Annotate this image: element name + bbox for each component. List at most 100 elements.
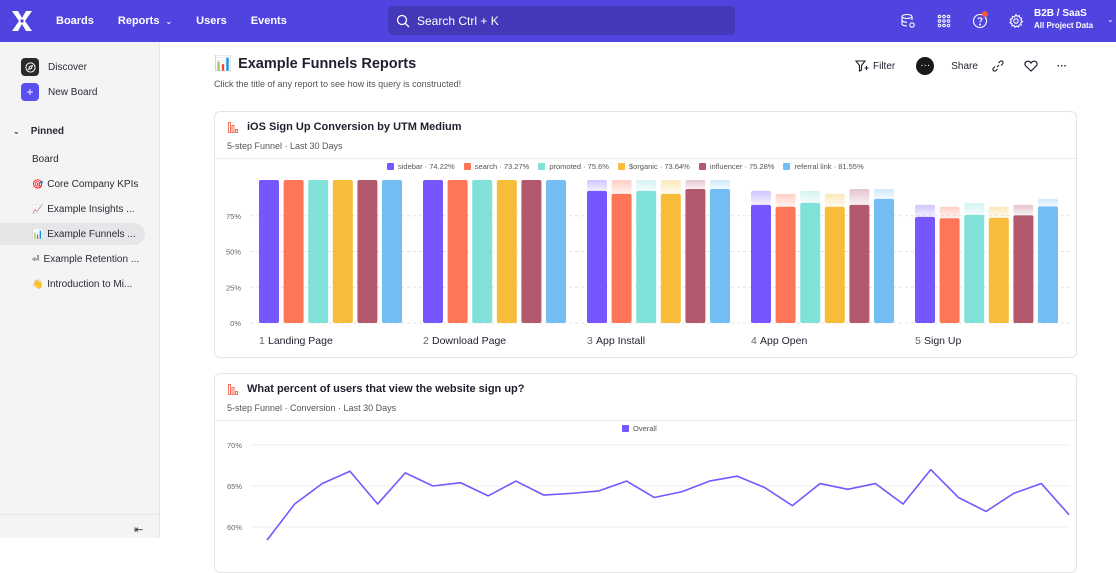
share-button[interactable]: Share (951, 61, 978, 72)
y-tick-label: 60% (227, 523, 242, 532)
sidebar-item-board[interactable]: Board (0, 148, 145, 170)
dropoff-bar[interactable] (636, 180, 656, 191)
sidebar-item-board[interactable]: ⏎Example Retention ... (0, 248, 145, 270)
funnel-bar[interactable] (989, 218, 1009, 323)
funnel-bar[interactable] (284, 180, 304, 323)
data-settings-button[interactable] (890, 0, 926, 42)
funnel-bar[interactable] (825, 207, 845, 323)
dropoff-bar[interactable] (661, 180, 681, 194)
step-number: 4 (751, 335, 757, 347)
funnel-bar[interactable] (333, 180, 353, 323)
chevron-down-icon[interactable]: ⌄ (1107, 15, 1114, 24)
nav-boards[interactable]: Boards (56, 15, 94, 27)
funnel-bar[interactable] (710, 189, 730, 323)
new-board-button[interactable]: + New Board (21, 83, 97, 101)
funnel-bar[interactable] (874, 199, 894, 323)
series-line-overall[interactable] (267, 470, 1069, 541)
dropoff-bar[interactable] (800, 191, 820, 203)
report-card-ios-signup: iOS Sign Up Conversion by UTM Medium 5-s… (214, 111, 1077, 358)
nav-reports[interactable]: Reports⌄ (118, 15, 172, 27)
copy-link-button[interactable] (992, 60, 1004, 72)
sidebar-item-board[interactable]: 🎯 Core Company KPIs (0, 173, 145, 195)
board-emoji-icon: ⏎ (32, 254, 40, 265)
funnel-bar[interactable] (521, 180, 541, 323)
dropoff-bar[interactable] (1013, 205, 1033, 215)
dropoff-bar[interactable] (849, 189, 869, 205)
dropoff-bar[interactable] (587, 180, 607, 191)
settings-button[interactable] (998, 0, 1034, 42)
funnel-bar[interactable] (1038, 206, 1058, 323)
project-selector[interactable]: B2B / SaaS All Project Data (1034, 8, 1093, 30)
funnel-bar[interactable] (636, 191, 656, 323)
step-label[interactable]: App Install (596, 335, 645, 347)
favorite-button[interactable] (1024, 60, 1038, 72)
bar-chart-emoji-icon: 📊 (214, 55, 232, 72)
mixpanel-logo[interactable] (10, 9, 34, 33)
board-emoji-icon: 🎯 (32, 179, 43, 190)
discover-button[interactable]: Discover (21, 58, 87, 76)
funnel-bar[interactable] (915, 217, 935, 323)
dropoff-bar[interactable] (940, 207, 960, 218)
dropoff-bar[interactable] (825, 194, 845, 207)
funnel-bar[interactable] (423, 180, 443, 323)
conversion-line-chart: 60%65%70% (215, 374, 1077, 573)
funnel-bar[interactable] (849, 205, 869, 323)
step-label[interactable]: Sign Up (924, 335, 962, 347)
funnel-bar[interactable] (661, 194, 681, 323)
funnel-bar[interactable] (964, 215, 984, 323)
funnel-bar[interactable] (472, 180, 492, 323)
page-title[interactable]: 📊 Example Funnels Reports (214, 55, 416, 72)
pinned-section-toggle[interactable]: ⌄ Pinned (13, 126, 64, 137)
dropoff-bar[interactable] (964, 203, 984, 215)
funnel-bar[interactable] (357, 180, 377, 323)
step-label[interactable]: Landing Page (268, 335, 333, 347)
funnel-bar[interactable] (308, 180, 328, 323)
funnel-bar[interactable] (497, 180, 517, 323)
sidebar-item-label: Example Insights ... (47, 204, 134, 215)
funnel-bar[interactable] (448, 180, 468, 323)
funnel-bar[interactable] (612, 194, 632, 323)
dropoff-bar[interactable] (989, 207, 1009, 218)
search-input[interactable]: Search Ctrl + K (388, 6, 735, 35)
dropoff-bar[interactable] (874, 189, 894, 199)
dropoff-bar[interactable] (710, 180, 730, 189)
funnel-bar[interactable] (776, 207, 796, 323)
funnel-bar[interactable] (940, 218, 960, 323)
dropoff-bar[interactable] (915, 205, 935, 217)
y-tick-label: 25% (226, 283, 241, 292)
sidebar-item-label: Board (32, 154, 59, 165)
step-label[interactable]: App Open (760, 335, 807, 347)
search-icon (396, 14, 410, 28)
filter-button[interactable]: Filter (855, 60, 895, 72)
funnel-bar[interactable] (751, 205, 771, 323)
funnel-bar[interactable] (685, 189, 705, 323)
sidebar-item-label: Core Company KPIs (47, 179, 138, 190)
page-description: Click the title of any report to see how… (214, 79, 461, 89)
sidebar-item-board[interactable]: 👋Introduction to Mi... (0, 273, 145, 295)
funnel-bar[interactable] (546, 180, 566, 323)
project-name: B2B / SaaS (1034, 8, 1093, 19)
data-settings-icon (900, 13, 916, 29)
more-menu-button[interactable]: ··· (1057, 61, 1067, 72)
sidebar-item-board[interactable]: 📈Example Insights ... (0, 198, 145, 220)
funnel-bar[interactable] (587, 191, 607, 323)
more-options-circle-button[interactable]: ··· (916, 57, 934, 75)
funnel-bar[interactable] (1013, 215, 1033, 323)
funnel-bar[interactable] (382, 180, 402, 323)
step-label[interactable]: Download Page (432, 335, 506, 347)
dropoff-bar[interactable] (776, 194, 796, 207)
dropoff-bar[interactable] (1038, 199, 1058, 207)
collapse-sidebar-icon[interactable]: ⇤ (134, 523, 143, 536)
search-placeholder: Search (417, 14, 455, 28)
funnel-bar[interactable] (259, 180, 279, 323)
dropoff-bar[interactable] (751, 191, 771, 205)
nav-users[interactable]: Users (196, 15, 227, 27)
help-button[interactable] (962, 0, 998, 42)
nav-events[interactable]: Events (251, 15, 287, 27)
dropoff-bar[interactable] (612, 180, 632, 194)
apps-grid-button[interactable] (926, 0, 962, 42)
sidebar-item-board[interactable]: 📊Example Funnels ... (0, 223, 145, 245)
funnel-bar[interactable] (800, 203, 820, 323)
dropoff-bar[interactable] (685, 180, 705, 189)
notification-dot (982, 11, 988, 17)
